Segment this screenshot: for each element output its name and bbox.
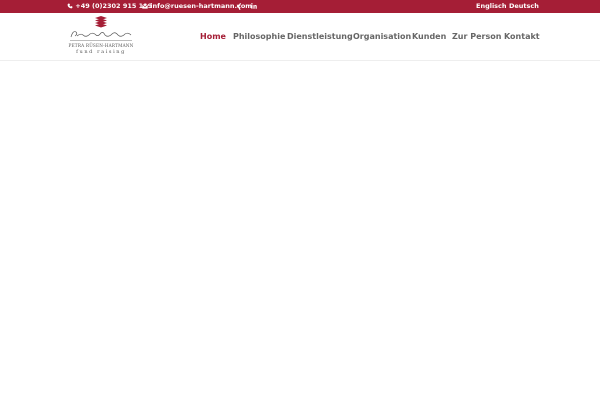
- envelope-icon: [142, 3, 148, 9]
- language-german[interactable]: Deutsch: [509, 0, 539, 13]
- xing-link[interactable]: [236, 0, 242, 13]
- linkedin-icon: [251, 3, 257, 9]
- linkedin-link[interactable]: [251, 0, 257, 13]
- nav-kontakt[interactable]: Kontakt: [504, 32, 540, 41]
- nav-kunden[interactable]: Kunden: [412, 32, 446, 41]
- phone-link[interactable]: +49 (0)2302 915 119: [67, 0, 152, 13]
- nav-home[interactable]: Home: [200, 32, 226, 41]
- page-content: [0, 61, 600, 400]
- nav-organisation[interactable]: Organisation: [353, 32, 411, 41]
- top-bar: +49 (0)2302 915 119 info@ruesen-hartmann…: [0, 0, 600, 13]
- nav-dienstleistung[interactable]: Dienstleistung: [287, 32, 353, 41]
- language-english[interactable]: Englisch: [476, 0, 507, 13]
- nav-philosophie[interactable]: Philosophie: [233, 32, 285, 41]
- site-header: PETRA RÜSEN-HARTMANN fund raising Home P…: [0, 13, 600, 61]
- logo-emblem: [70, 16, 132, 41]
- site-logo[interactable]: PETRA RÜSEN-HARTMANN fund raising: [68, 15, 134, 57]
- phone-number: +49 (0)2302 915 119: [75, 2, 153, 10]
- xing-icon: [236, 2, 242, 10]
- logo-name: PETRA RÜSEN-HARTMANN: [68, 43, 134, 48]
- phone-icon: [67, 3, 73, 9]
- nav-zur-person[interactable]: Zur Person: [452, 32, 501, 41]
- logo-tagline: fund raising: [76, 49, 126, 55]
